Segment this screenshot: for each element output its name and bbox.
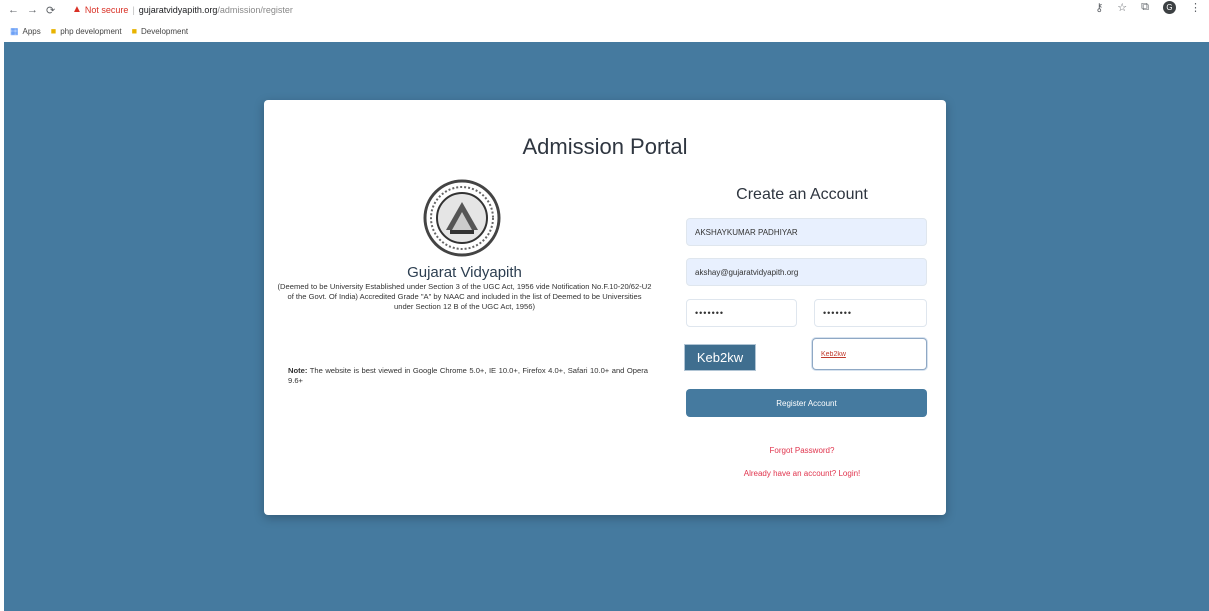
page-title: Admission Portal [522,134,688,159]
reload-icon[interactable]: ⟳ [46,4,55,17]
bookmark-label: Development [141,26,189,36]
email-input[interactable] [686,258,927,286]
bookmark-label: php development [60,26,122,36]
apps-grid-icon: ▦ [10,25,19,36]
address-bar-row: ← → ⟳ ▲ Not secure | gujaratvidyapith.or… [0,0,1209,20]
bookmark-label: Apps [22,26,41,36]
university-name: Gujarat Vidyapith [407,264,522,281]
back-icon[interactable]: ← [8,4,19,16]
university-description: (Deemed to be University Established und… [277,282,652,311]
confirm-password-input[interactable] [814,299,927,327]
translate-icon[interactable]: ⧉ [1141,1,1149,14]
page-background: Admission Portal Gujarat Vidyapith (Deem… [4,42,1209,611]
browser-note: Note: The website is best viewed in Goog… [288,366,648,386]
profile-avatar[interactable]: G [1163,1,1176,14]
not-secure-label: Not secure [84,4,129,15]
browser-chrome: ← → ⟳ ▲ Not secure | gujaratvidyapith.or… [0,0,1209,42]
forgot-password-link[interactable]: Forgot Password? [678,446,926,455]
bookmarks-bar: ▦ Apps ■ php development ■ Development [0,22,1209,40]
folder-icon: ■ [131,26,138,36]
key-icon[interactable]: ⚷ [1095,1,1103,14]
star-icon[interactable]: ☆ [1117,1,1127,14]
captcha-image: Keb2kw [684,344,756,371]
folder-icon: ■ [50,26,57,36]
browser-actions: ⚷ ☆ ⧉ G ⋮ [1095,1,1201,14]
menu-kebab-icon[interactable]: ⋮ [1190,1,1201,14]
form-title: Create an Account [736,186,868,203]
url-separator: | [132,4,135,15]
login-link[interactable]: Already have an account? Login! [678,469,926,478]
note-text: The website is best viewed in Google Chr… [288,366,648,385]
url-path: /admission/register [217,4,293,15]
register-account-button[interactable]: Register Account [686,389,927,417]
admission-card: Admission Portal Gujarat Vidyapith (Deem… [264,100,946,515]
address-bar[interactable]: ▲ Not secure | gujaratvidyapith.org /adm… [72,2,293,17]
university-emblem-icon [422,178,502,258]
captcha-input[interactable] [812,338,927,370]
bookmark-development[interactable]: ■ Development [132,26,189,36]
url-host: gujaratvidyapith.org [138,4,218,15]
bookmark-php-development[interactable]: ■ php development [51,26,122,36]
warning-icon: ▲ [72,4,82,15]
bookmark-apps[interactable]: ▦ Apps [10,26,41,37]
password-input[interactable] [686,299,797,327]
forward-icon[interactable]: → [27,4,38,16]
note-label: Note: [288,366,308,375]
full-name-input[interactable] [686,218,927,246]
